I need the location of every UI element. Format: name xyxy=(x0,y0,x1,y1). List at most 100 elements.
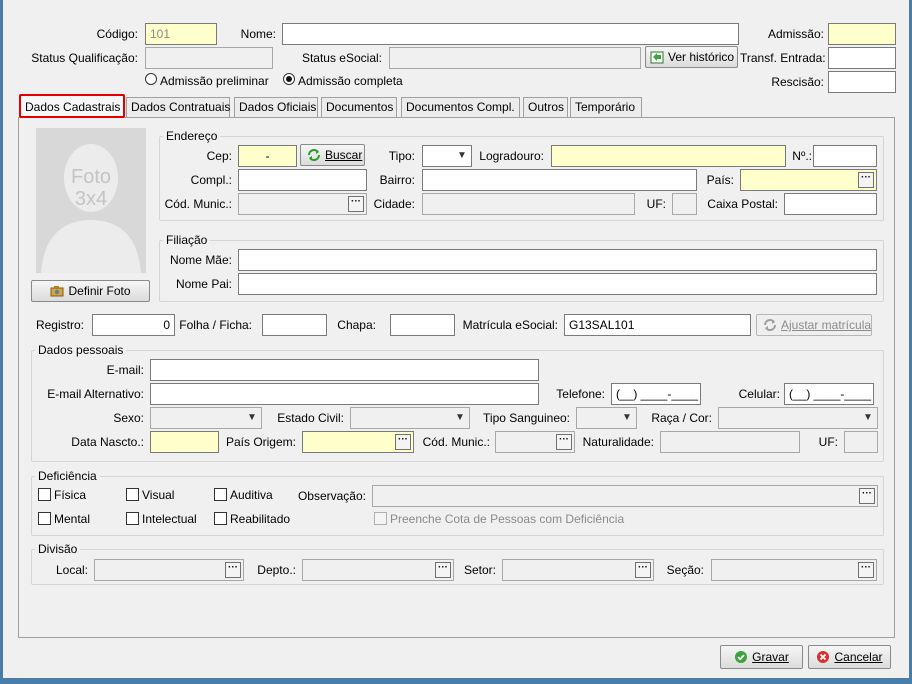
definir-foto-button[interactable]: Definir Foto xyxy=(31,280,150,302)
secao-label: Seção: xyxy=(666,563,704,577)
estado-civil-select[interactable]: ▼ xyxy=(350,407,470,429)
registro-field[interactable]: 0 xyxy=(92,314,175,336)
pais-field[interactable]: ··· xyxy=(740,169,877,191)
cep-label: Cep: xyxy=(206,149,232,163)
compl-field[interactable] xyxy=(238,169,367,191)
data-nascto-field[interactable] xyxy=(150,431,219,453)
ajustar-matricula-label: Ajustar matrícula xyxy=(781,318,872,332)
ver-historico-button[interactable]: Ver histórico xyxy=(645,46,738,68)
tab-documentos-compl[interactable]: Documentos Compl. xyxy=(401,97,520,117)
uf-label: UF: xyxy=(646,197,666,211)
lookup-dots-icon[interactable]: ··· xyxy=(395,434,411,450)
telefone-field[interactable]: (__) ____-____ xyxy=(611,383,701,405)
pais-origem-field[interactable]: ··· xyxy=(302,431,414,453)
cep-field[interactable]: - xyxy=(238,145,297,167)
gravar-button[interactable]: Gravar xyxy=(720,645,803,669)
tipo-sanguineo-label: Tipo Sanguineo: xyxy=(483,411,570,425)
telefone-label: Telefone: xyxy=(556,387,605,401)
photo-text-line2: 3x4 xyxy=(74,188,108,210)
compl-label: Compl.: xyxy=(190,173,232,187)
logradouro-field[interactable] xyxy=(551,145,786,167)
setor-field: ··· xyxy=(502,559,654,581)
secao-field: ··· xyxy=(711,559,877,581)
mental-checkbox[interactable] xyxy=(38,512,51,525)
raca-cor-select[interactable]: ▼ xyxy=(718,407,878,429)
definir-foto-label: Definir Foto xyxy=(68,284,131,298)
chevron-down-icon: ▼ xyxy=(863,412,873,423)
lookup-dots-icon[interactable]: ··· xyxy=(556,434,572,450)
visual-checkbox[interactable] xyxy=(126,488,139,501)
lookup-dots-icon[interactable]: ··· xyxy=(858,562,874,578)
tab-documentos[interactable]: Documentos xyxy=(321,97,397,117)
lookup-dots-icon[interactable]: ··· xyxy=(348,196,364,212)
lookup-dots-icon[interactable]: ··· xyxy=(859,488,875,504)
matricula-esocial-label: Matrícula eSocial: xyxy=(462,318,558,332)
cidade-label: Cidade: xyxy=(373,197,415,211)
tab-outros[interactable]: Outros xyxy=(523,97,568,117)
cidade-field xyxy=(422,193,635,215)
cod-munic-field: ··· xyxy=(238,193,367,215)
email-field[interactable] xyxy=(150,359,539,381)
status-qualificacao-label: Status Qualificação: xyxy=(31,51,138,65)
refresh-icon xyxy=(764,319,776,331)
numero-field[interactable] xyxy=(813,145,877,167)
naturalidade-field xyxy=(660,431,800,453)
nome-pai-field[interactable] xyxy=(238,273,877,295)
cancelar-button[interactable]: Cancelar xyxy=(808,645,891,669)
deficiencia-title: Deficiência xyxy=(35,469,100,483)
nome-field[interactable] xyxy=(282,23,739,45)
bairro-field[interactable] xyxy=(422,169,697,191)
tipo-sanguineo-select[interactable]: ▼ xyxy=(576,407,637,429)
reabilitado-checkbox[interactable] xyxy=(214,512,227,525)
rescisao-label: Rescisão: xyxy=(771,75,824,89)
auditiva-label: Auditiva xyxy=(230,488,273,502)
admissao-completa-radio[interactable] xyxy=(283,73,295,85)
caixa-postal-field[interactable] xyxy=(784,193,877,215)
matricula-esocial-field[interactable]: G13SAL101 xyxy=(564,314,751,336)
tipo-label: Tipo: xyxy=(388,149,415,163)
observacao-field: ··· xyxy=(372,485,878,507)
sexo-label: Sexo: xyxy=(113,411,144,425)
folha-ficha-field[interactable] xyxy=(262,314,327,336)
refresh-icon xyxy=(308,149,320,161)
tab-dados-oficiais[interactable]: Dados Oficiais xyxy=(234,97,318,117)
tab-dados-cadastrais[interactable]: Dados Cadastrais xyxy=(19,94,125,118)
lookup-dots-icon[interactable]: ··· xyxy=(225,562,241,578)
lookup-dots-icon[interactable]: ··· xyxy=(858,172,874,188)
observacao-label: Observação: xyxy=(297,489,366,503)
buscar-button[interactable]: Buscar xyxy=(300,144,365,166)
buscar-label: Buscar xyxy=(325,148,363,162)
tab-temporario[interactable]: Temporário xyxy=(570,97,642,117)
chapa-field[interactable] xyxy=(390,314,455,336)
lookup-dots-icon[interactable]: ··· xyxy=(635,562,651,578)
celular-field[interactable]: (__) ____-____ xyxy=(784,383,874,405)
chevron-down-icon: ▼ xyxy=(457,150,467,161)
chevron-down-icon: ▼ xyxy=(455,412,465,423)
sexo-select[interactable]: ▼ xyxy=(150,407,262,429)
pessoais-uf-label: UF: xyxy=(818,435,838,449)
preenche-cota-checkbox[interactable] xyxy=(374,512,387,525)
admissao-completa-label: Admissão completa xyxy=(298,74,403,88)
admissao-preliminar-radio[interactable] xyxy=(145,73,157,85)
admissao-field[interactable] xyxy=(828,23,896,45)
email-alternativo-field[interactable] xyxy=(150,383,539,405)
rescisao-field[interactable] xyxy=(828,71,896,93)
email-alternativo-label: E-mail Alternativo: xyxy=(47,387,144,401)
reabilitado-label: Reabilitado xyxy=(230,512,291,526)
ajustar-matricula-button[interactable]: Ajustar matrícula xyxy=(756,314,872,336)
nome-mae-label: Nome Mãe: xyxy=(169,253,232,267)
auditiva-checkbox[interactable] xyxy=(214,488,227,501)
mental-label: Mental xyxy=(54,512,91,526)
transf-entrada-field[interactable] xyxy=(828,47,896,69)
lookup-dots-icon[interactable]: ··· xyxy=(435,562,451,578)
fisica-checkbox[interactable] xyxy=(38,488,51,501)
admissao-preliminar-label: Admissão preliminar xyxy=(160,74,269,88)
tipo-select[interactable]: ▼ xyxy=(422,145,472,167)
tab-dados-contratuais[interactable]: Dados Contratuais xyxy=(126,97,230,117)
camera-icon xyxy=(50,286,64,297)
intelectual-checkbox[interactable] xyxy=(126,512,139,525)
nome-mae-field[interactable] xyxy=(238,249,877,271)
estado-civil-label: Estado Civil: xyxy=(277,411,344,425)
codigo-field[interactable]: 101 xyxy=(145,23,217,45)
local-label: Local: xyxy=(55,563,88,577)
